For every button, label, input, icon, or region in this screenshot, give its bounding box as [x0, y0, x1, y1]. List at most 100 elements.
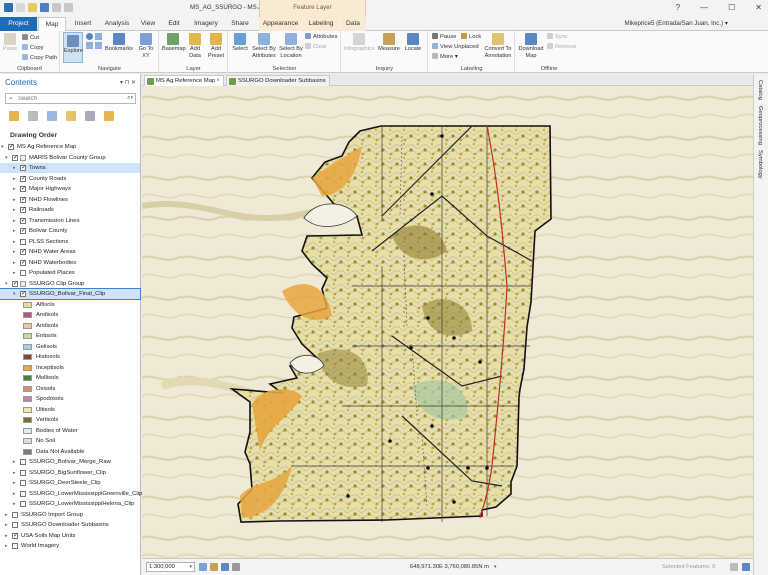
chevron-right-icon[interactable]: ▸: [13, 499, 16, 509]
active-layer[interactable]: ▾ SSURGO_Bolivar_Final_Clip: [0, 288, 141, 300]
chevron-down-icon[interactable]: ▾: [5, 153, 8, 163]
layer-item[interactable]: ▸ SSURGO Import Group: [0, 510, 140, 520]
legend-swatch[interactable]: [23, 406, 32, 413]
legend-swatch[interactable]: [23, 427, 32, 434]
more-button[interactable]: More ▾: [432, 53, 458, 60]
list-by-selection-icon[interactable]: [47, 111, 57, 121]
locate-button[interactable]: Locate: [402, 33, 424, 53]
zoom-full-icon[interactable]: [86, 33, 93, 40]
visibility-checkbox[interactable]: [20, 184, 26, 194]
basemap-button[interactable]: Basemap: [162, 33, 186, 53]
cut-button[interactable]: Cut: [22, 34, 39, 41]
minimize-button[interactable]: —: [700, 3, 708, 12]
catalog-tab[interactable]: Catalog: [757, 80, 763, 100]
pause-button[interactable]: Pause: [432, 33, 456, 40]
map-node[interactable]: ▾ MS Ag Reference Map: [0, 142, 140, 152]
legend-swatch[interactable]: [23, 438, 32, 444]
group-layer[interactable]: ▾ SSURGO Clip Group: [0, 279, 140, 289]
sync-button[interactable]: Sync: [547, 33, 568, 40]
list-by-editing-icon[interactable]: [66, 111, 76, 121]
refresh-icon[interactable]: [742, 563, 750, 571]
chevron-right-icon[interactable]: ▸: [5, 541, 8, 551]
visibility-checkbox[interactable]: [12, 543, 18, 549]
legend-swatch[interactable]: [23, 312, 32, 318]
layer-item[interactable]: ▸ Railroads: [0, 205, 140, 215]
visibility-checkbox[interactable]: [20, 247, 26, 257]
list-by-labeling-icon[interactable]: [104, 111, 114, 121]
grid-icon[interactable]: [199, 563, 207, 571]
legend-swatch[interactable]: [23, 417, 32, 423]
visibility-checkbox[interactable]: [20, 501, 26, 507]
chevron-down-icon[interactable]: ▾: [1, 142, 4, 152]
visibility-checkbox[interactable]: [12, 511, 18, 518]
layer-item[interactable]: ▸ PLSS Sections: [0, 237, 140, 247]
visibility-checkbox[interactable]: [20, 195, 26, 205]
remove-button[interactable]: Remove: [547, 43, 577, 50]
attributes-button[interactable]: Attributes: [305, 33, 338, 40]
chevron-right-icon[interactable]: ▸: [5, 531, 8, 541]
explore-button[interactable]: Explore: [63, 32, 83, 63]
zoom-fixed-icon[interactable]: [95, 33, 102, 40]
map-canvas[interactable]: [142, 86, 753, 558]
chevron-right-icon[interactable]: ▸: [13, 205, 16, 215]
chevron-right-icon[interactable]: ▸: [13, 247, 16, 257]
undo-icon[interactable]: [52, 3, 61, 12]
layer-item[interactable]: ▸ USA Soils Map Units: [0, 531, 140, 541]
chevron-down-icon[interactable]: ▾: [5, 279, 8, 289]
layer-item[interactable]: ▸ SSURGO_BigSunflower_Clip: [0, 468, 140, 478]
tab-analysis[interactable]: Analysis: [100, 17, 134, 31]
chevron-right-icon[interactable]: ▸: [13, 468, 16, 478]
legend-swatch[interactable]: [23, 343, 32, 350]
paste-button[interactable]: Paste: [2, 33, 18, 53]
close-button[interactable]: ✕: [755, 3, 762, 12]
chevron-right-icon[interactable]: ▸: [13, 226, 16, 236]
legend-swatch[interactable]: [23, 396, 32, 402]
legend-swatch[interactable]: [23, 375, 32, 381]
visibility-checkbox[interactable]: [20, 490, 26, 497]
legend-swatch[interactable]: [23, 333, 32, 339]
chevron-down-icon[interactable]: ▾: [189, 563, 192, 572]
layer-item[interactable]: ▸ Populated Places: [0, 268, 140, 278]
user-account[interactable]: Mikeprice5 (Entrada/San Juan, Inc.) ▾: [624, 20, 728, 27]
chevron-right-icon[interactable]: ▸: [13, 195, 16, 205]
save-icon[interactable]: [40, 3, 49, 12]
visibility-checkbox[interactable]: [12, 279, 18, 289]
legend-swatch[interactable]: [23, 448, 32, 455]
tab-edit[interactable]: Edit: [162, 17, 186, 31]
chevron-right-icon[interactable]: ▸: [5, 510, 8, 520]
layer-item[interactable]: ▸ World Imagery: [0, 541, 140, 551]
add-data-button[interactable]: Add Data: [185, 33, 205, 59]
tab-insert[interactable]: Insert: [68, 17, 98, 31]
help-button[interactable]: ?: [676, 3, 680, 12]
legend-swatch[interactable]: [23, 385, 32, 392]
visibility-checkbox[interactable]: [20, 459, 26, 465]
visibility-checkbox[interactable]: [20, 469, 26, 476]
visibility-checkbox[interactable]: [20, 258, 26, 268]
pane-controls[interactable]: ▾ ⊓ ✕: [120, 79, 136, 86]
tab-labeling[interactable]: Labeling: [303, 17, 339, 31]
map-tab-subbasins[interactable]: SSURGO Downloader Subbasins: [226, 75, 330, 86]
tab-view[interactable]: View: [136, 17, 160, 31]
chevron-right-icon[interactable]: ▸: [13, 268, 16, 278]
layer-item[interactable]: ▸ SSURGO_LowerMississippiHelena_Clip: [0, 499, 140, 509]
scale-selector[interactable]: 1:300,000 ▾: [146, 562, 195, 572]
redo-icon[interactable]: [64, 3, 73, 12]
pause-drawing-icon[interactable]: [232, 563, 240, 571]
navigator-icon[interactable]: [221, 563, 229, 571]
bookmarks-button[interactable]: Bookmarks: [105, 33, 133, 53]
visibility-checkbox[interactable]: [20, 205, 26, 215]
chevron-down-icon[interactable]: ▾: [13, 289, 16, 299]
copy-button[interactable]: Copy: [22, 44, 44, 51]
measure-icon[interactable]: [210, 563, 218, 571]
tab-share[interactable]: Share: [226, 17, 254, 31]
next-extent-icon[interactable]: [95, 42, 102, 49]
visibility-checkbox[interactable]: [8, 142, 14, 152]
visibility-checkbox[interactable]: [20, 289, 26, 299]
layer-item[interactable]: ▸ Transmission Lines: [0, 216, 140, 226]
map-view[interactable]: [142, 86, 753, 558]
chevron-right-icon[interactable]: ▸: [13, 478, 16, 488]
visibility-checkbox[interactable]: [20, 174, 26, 184]
group-layer[interactable]: ▾ MARIS Bolivar County Group: [0, 153, 140, 163]
legend-swatch[interactable]: [23, 322, 32, 329]
go-to-xy-button[interactable]: Go To XY: [136, 33, 156, 59]
